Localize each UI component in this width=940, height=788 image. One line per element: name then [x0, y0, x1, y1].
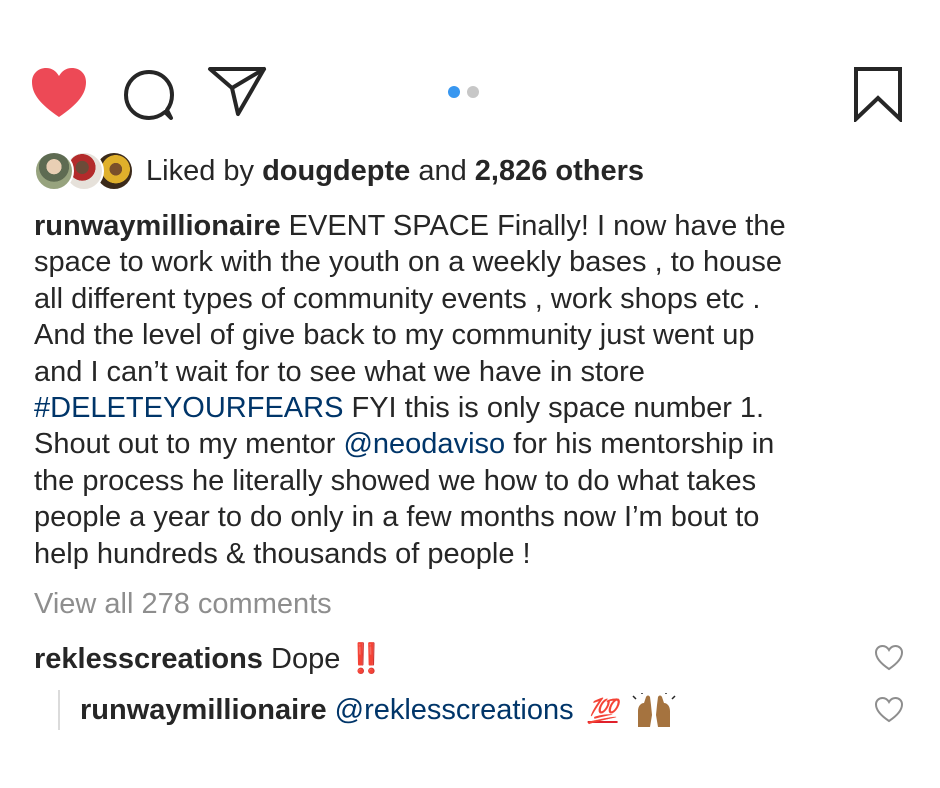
caption-line: Shout out to my mentor @neodaviso for hi… [34, 426, 914, 462]
likes-text: Liked by dougdepte and 2,826 others [146, 155, 644, 188]
view-all-comments-link[interactable]: View all 278 comments [34, 588, 332, 621]
comment-reply: runwaymillionaire @reklesscreations 💯 [58, 690, 676, 730]
paper-plane-icon[interactable] [206, 64, 268, 118]
avatar [34, 151, 74, 191]
likes-and: and [418, 154, 467, 187]
double-exclamation-emoji: ‼️ [348, 643, 384, 675]
caption-line: people a year to do only in a few months… [34, 501, 760, 534]
likes-summary[interactable]: Liked by dougdepte and 2,826 others [34, 148, 644, 194]
heart-filled-icon[interactable] [30, 66, 88, 120]
caption-username[interactable]: runwaymillionaire [34, 210, 281, 242]
reply-mention-link[interactable]: @reklesscreations [335, 694, 574, 726]
speech-bubble-icon[interactable] [122, 68, 176, 122]
reply-username[interactable]: runwaymillionaire [80, 694, 327, 726]
caption-line: help hundreds & thousands of people ! [34, 537, 531, 570]
post-caption: runwaymillionaire EVENT SPACE Finally! I… [34, 208, 914, 572]
carousel-indicator [448, 86, 479, 100]
comment: reklesscreations Dope ‼️ [34, 640, 385, 678]
carousel-dot-active [448, 86, 460, 98]
caption-text: EVENT SPACE Finally! I now have the [280, 210, 786, 242]
likes-count[interactable]: 2,826 others [475, 155, 644, 187]
caption-line: and I can’t wait for to see what we have… [34, 355, 645, 388]
caption-text: Shout out to my mentor [34, 428, 344, 461]
bookmark-icon[interactable] [852, 66, 904, 122]
caption-line: all different types of community events … [34, 282, 761, 315]
mention-link[interactable]: @neodaviso [343, 428, 505, 460]
caption-line: And the level of give back to my communi… [34, 319, 755, 352]
liker-username[interactable]: dougdepte [262, 155, 410, 187]
hashtag-link[interactable]: #DELETEYOURFEARS [34, 392, 343, 424]
carousel-dot [467, 86, 479, 98]
caption-text: for his mentorship in [505, 428, 775, 461]
caption-line: #DELETEYOURFEARS FYI this is only space … [34, 390, 914, 426]
likes-prefix: Liked by [146, 154, 255, 187]
caption-line: the process he literally showed we how t… [34, 464, 757, 497]
heart-outline-icon[interactable] [874, 696, 904, 724]
raised-hands-icon [632, 693, 676, 728]
comment-text: Dope [262, 643, 341, 675]
liker-avatars [34, 149, 138, 193]
heart-outline-icon[interactable] [874, 644, 904, 672]
caption-text: FYI this is only space number 1. [343, 391, 765, 424]
post-action-bar [0, 0, 940, 140]
caption-line: runwaymillionaire EVENT SPACE Finally! I… [34, 208, 914, 244]
hundred-points-emoji: 💯 [587, 698, 618, 725]
caption-line: space to work with the youth on a weekly… [34, 246, 782, 279]
comment-username[interactable]: reklesscreations [34, 643, 263, 675]
